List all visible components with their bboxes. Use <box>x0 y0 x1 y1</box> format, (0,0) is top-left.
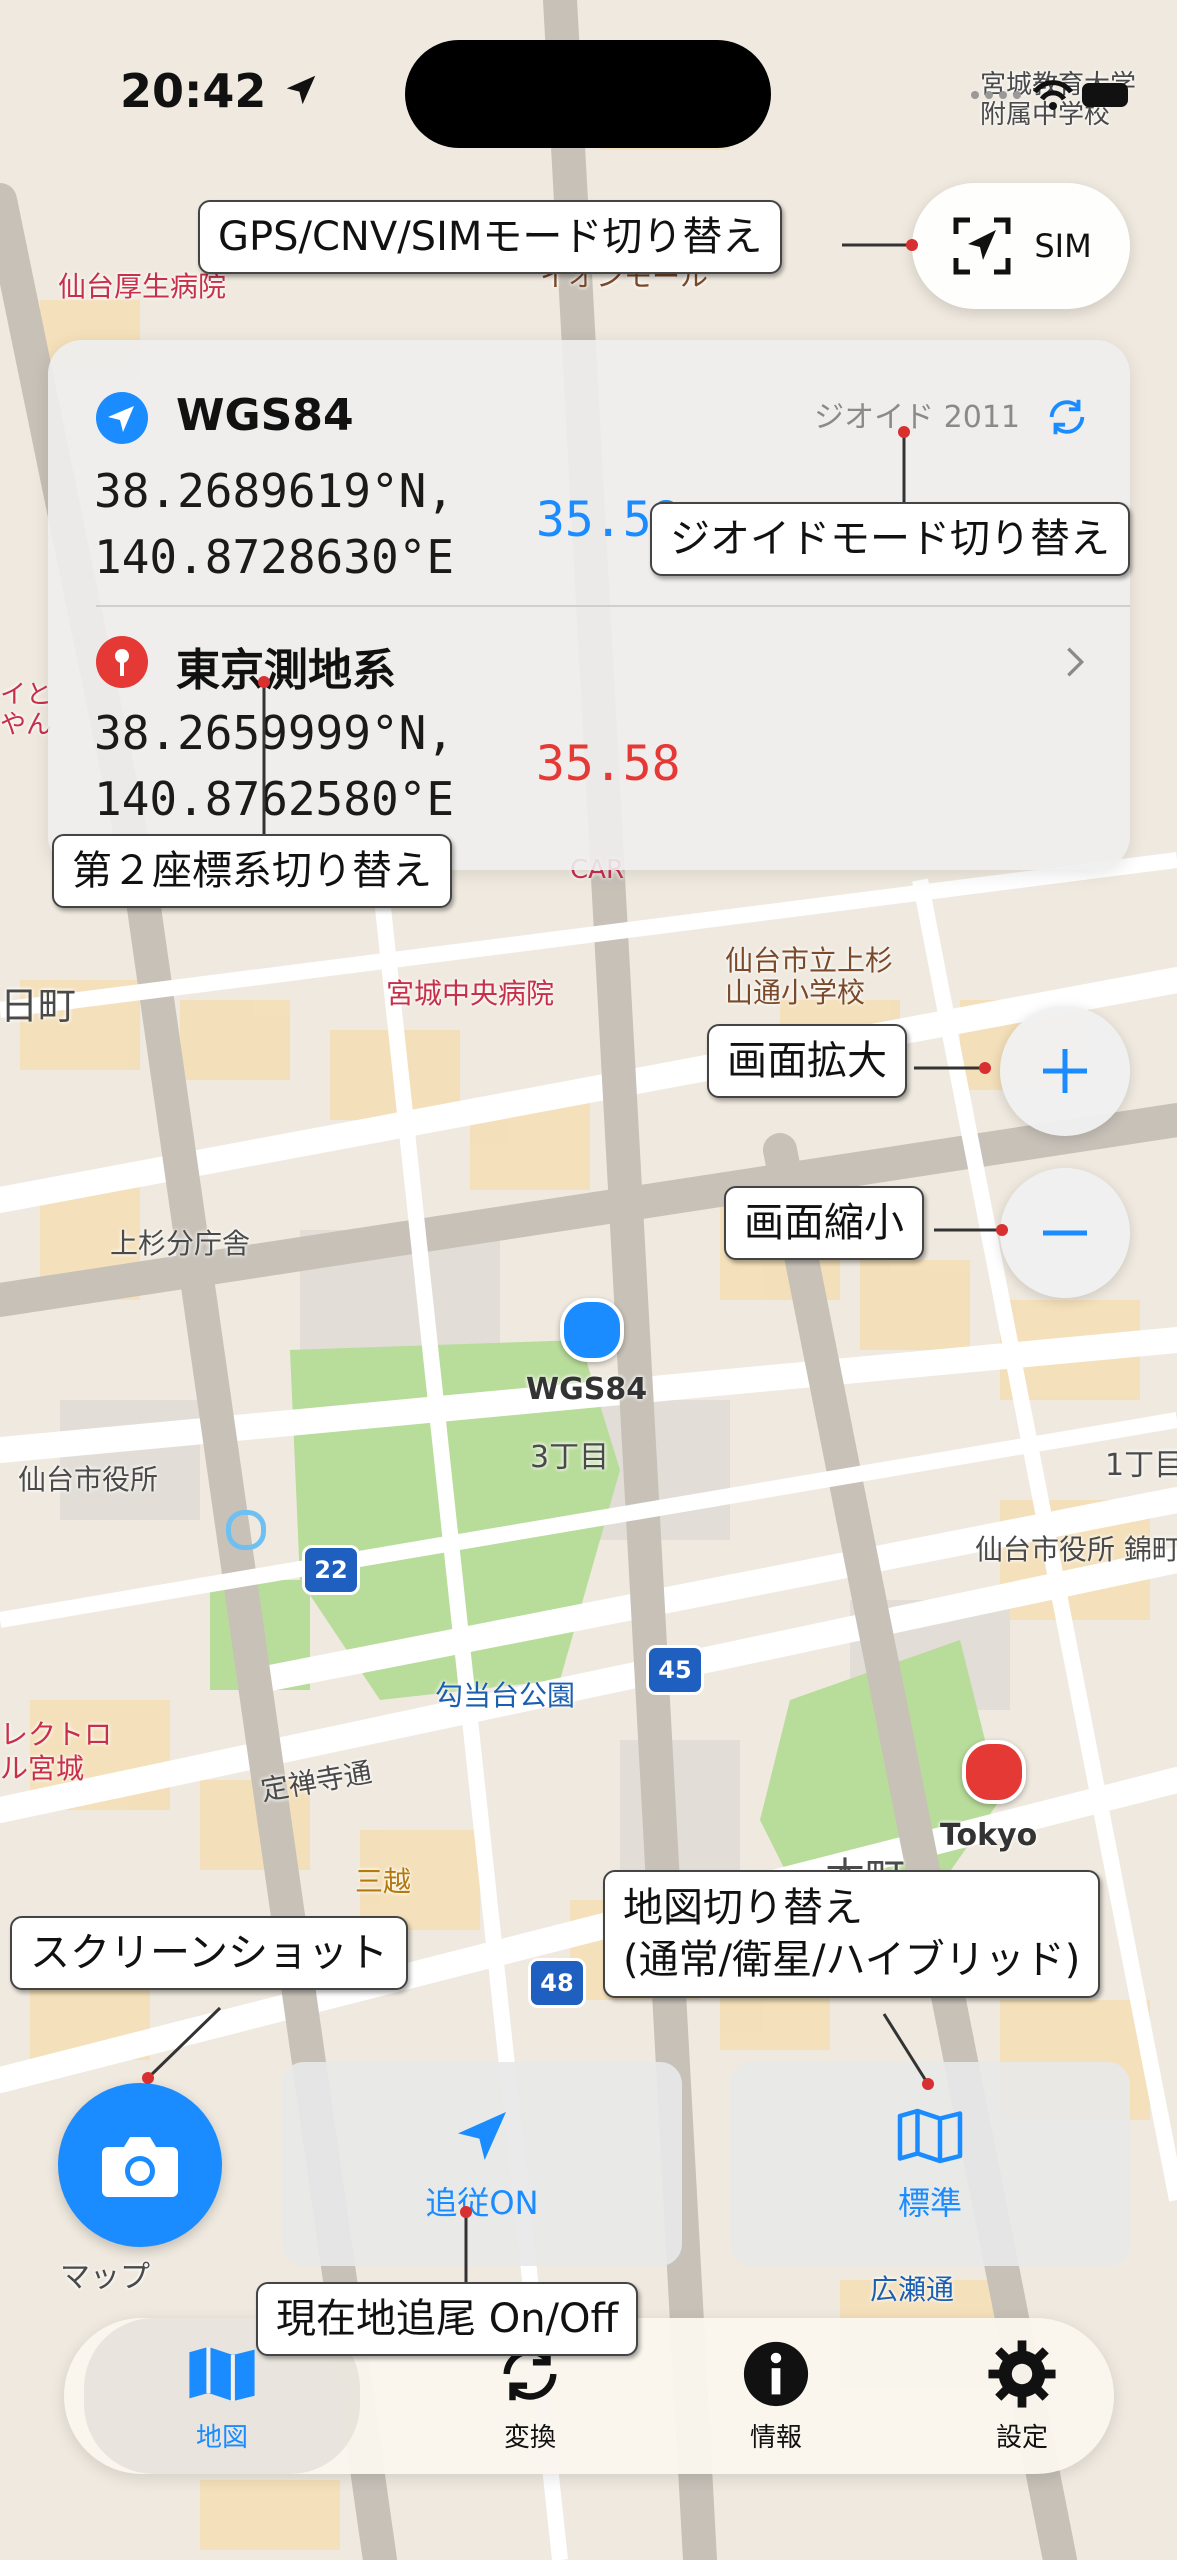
callout-dot <box>460 2206 472 2218</box>
signal-wifi-battery-icon <box>971 80 1128 110</box>
callout-dot <box>906 239 918 251</box>
location-arrow-icon <box>458 2112 506 2160</box>
callout-map-switch-line2: (通常/衛星/ハイブリッド) <box>623 1937 1081 1983</box>
primary-lon: 140.8728630°E <box>94 530 455 584</box>
poi-mitsukoshi[interactable]: 三越 <box>355 1860 411 1900</box>
poi-electro[interactable]: レクトロ ル宮城 <box>0 1718 112 1786</box>
tab-info[interactable]: 情報 <box>656 2318 896 2474</box>
mode-switch-button[interactable]: SIM <box>912 183 1130 309</box>
wgs84-marker[interactable] <box>560 1298 624 1362</box>
tab-info-label: 情報 <box>749 2422 802 2453</box>
primary-coords: 38.2689619°N, 140.8728630°E <box>94 458 454 590</box>
map-icon <box>897 2108 963 2164</box>
callout-dot <box>996 1224 1008 1236</box>
follow-toggle-button[interactable]: 追従ON <box>282 2062 682 2266</box>
tab-convert-label: 変換 <box>503 2422 556 2453</box>
area-label-machi: 日町 <box>0 984 77 1028</box>
gear-icon <box>988 2339 1056 2408</box>
poi-hospital2[interactable]: 宮城中央病院 <box>386 972 554 1012</box>
primary-system-name: WGS84 <box>176 390 354 441</box>
status-time: 20:42 <box>120 64 320 118</box>
status-indicators <box>967 70 1137 124</box>
wgs84-marker-label: WGS84 <box>526 1372 648 1407</box>
area-label-1chome: 1丁目 <box>1105 1448 1177 1483</box>
area-label-3chome: 3丁目 <box>530 1440 610 1475</box>
callout-dot <box>898 426 910 438</box>
dynamic-island <box>405 40 771 148</box>
callout-tracking: 現在地追尾 On/Off <box>256 2282 639 2356</box>
poi-nishi[interactable]: イと やん <box>0 680 52 740</box>
poi-cityhall2[interactable]: 仙台市役所 錦町 <box>975 1528 1177 1568</box>
secondary-lon: 140.8762580°E <box>94 772 455 826</box>
coordinate-card: WGS84 ジオイド 2011 38.2689619°N, 140.872863… <box>48 340 1130 870</box>
poi-cityhall[interactable]: 仙台市役所 <box>18 1458 158 1498</box>
callout-dot <box>258 676 270 688</box>
callout-zoom-out: 画面縮小 <box>724 1186 924 1260</box>
callout-dot <box>922 2078 934 2090</box>
navigation-icon <box>96 392 148 444</box>
primary-lat: 38.2689619°N, <box>94 464 455 518</box>
location-scan-icon <box>953 217 1011 275</box>
callout-zoom-in: 画面拡大 <box>707 1024 907 1098</box>
secondary-altitude: 35.58 <box>536 736 681 792</box>
zoom-in-button[interactable] <box>1000 1006 1130 1136</box>
status-time-text: 20:42 <box>120 64 267 118</box>
route-shield-48: 48 <box>528 1958 586 2008</box>
tokyo-marker[interactable] <box>962 1740 1026 1804</box>
info-icon <box>743 2341 809 2406</box>
zoom-out-button[interactable] <box>1000 1168 1130 1298</box>
minus-icon <box>1043 1230 1087 1236</box>
secondary-lat: 38.2659999°N, <box>94 706 455 760</box>
chevron-right-icon[interactable] <box>1060 642 1090 682</box>
callout-mode-switch: GPS/CNV/SIMモード切り替え <box>198 200 783 274</box>
route-shield-45: 45 <box>646 1645 704 1695</box>
location-ring <box>226 1510 266 1550</box>
poi-park-station[interactable]: 勾当台公園 <box>435 1674 575 1714</box>
callout-map-switch-line1: 地図切り替え <box>623 1885 863 1931</box>
card-divider <box>96 605 1130 607</box>
callout-dot <box>142 2072 154 2084</box>
secondary-system-name[interactable]: 東京測地系 <box>176 634 396 698</box>
camera-icon <box>102 2137 178 2197</box>
callout-screenshot: スクリーンショット <box>10 1916 408 1990</box>
poi-mymap[interactable]: マップ <box>60 2252 150 2296</box>
street-hirose: 広瀬通 <box>870 2273 955 2306</box>
screenshot-button[interactable] <box>58 2083 222 2247</box>
tab-settings-label: 設定 <box>995 2422 1048 2453</box>
plus-icon <box>1043 1049 1087 1093</box>
refresh-icon[interactable] <box>1044 394 1090 440</box>
map-type-button[interactable]: 標準 <box>730 2062 1130 2266</box>
mode-label: SIM <box>1034 227 1092 265</box>
callout-second-system: 第２座標系切り替え <box>52 834 452 908</box>
secondary-coords: 38.2659999°N, 140.8762580°E <box>94 700 454 832</box>
tab-settings[interactable]: 設定 <box>902 2318 1142 2474</box>
callout-geoid-switch: ジオイドモード切り替え <box>650 502 1130 576</box>
location-arrow-icon <box>287 75 316 105</box>
poi-school2[interactable]: 仙台市立上杉 山通小学校 <box>725 945 893 1009</box>
callout-map-switch: 地図切り替え (通常/衛星/ハイブリッド) <box>603 1870 1101 1998</box>
follow-label: 追従ON <box>425 2184 539 2222</box>
map-icon <box>189 2346 255 2401</box>
poi-kamisugi[interactable]: 上杉分庁舎 <box>110 1222 250 1262</box>
route-shield-22: 22 <box>302 1545 360 1595</box>
tab-map-label: 地図 <box>195 2422 248 2453</box>
pin-icon <box>96 636 148 688</box>
callout-dot <box>979 1062 991 1074</box>
geoid-label: ジオイド 2011 <box>814 400 1020 435</box>
poi-hospital1[interactable]: 仙台厚生病院 <box>58 265 226 305</box>
map-type-label: 標準 <box>897 2184 962 2222</box>
tokyo-marker-label: Tokyo <box>940 1818 1038 1853</box>
